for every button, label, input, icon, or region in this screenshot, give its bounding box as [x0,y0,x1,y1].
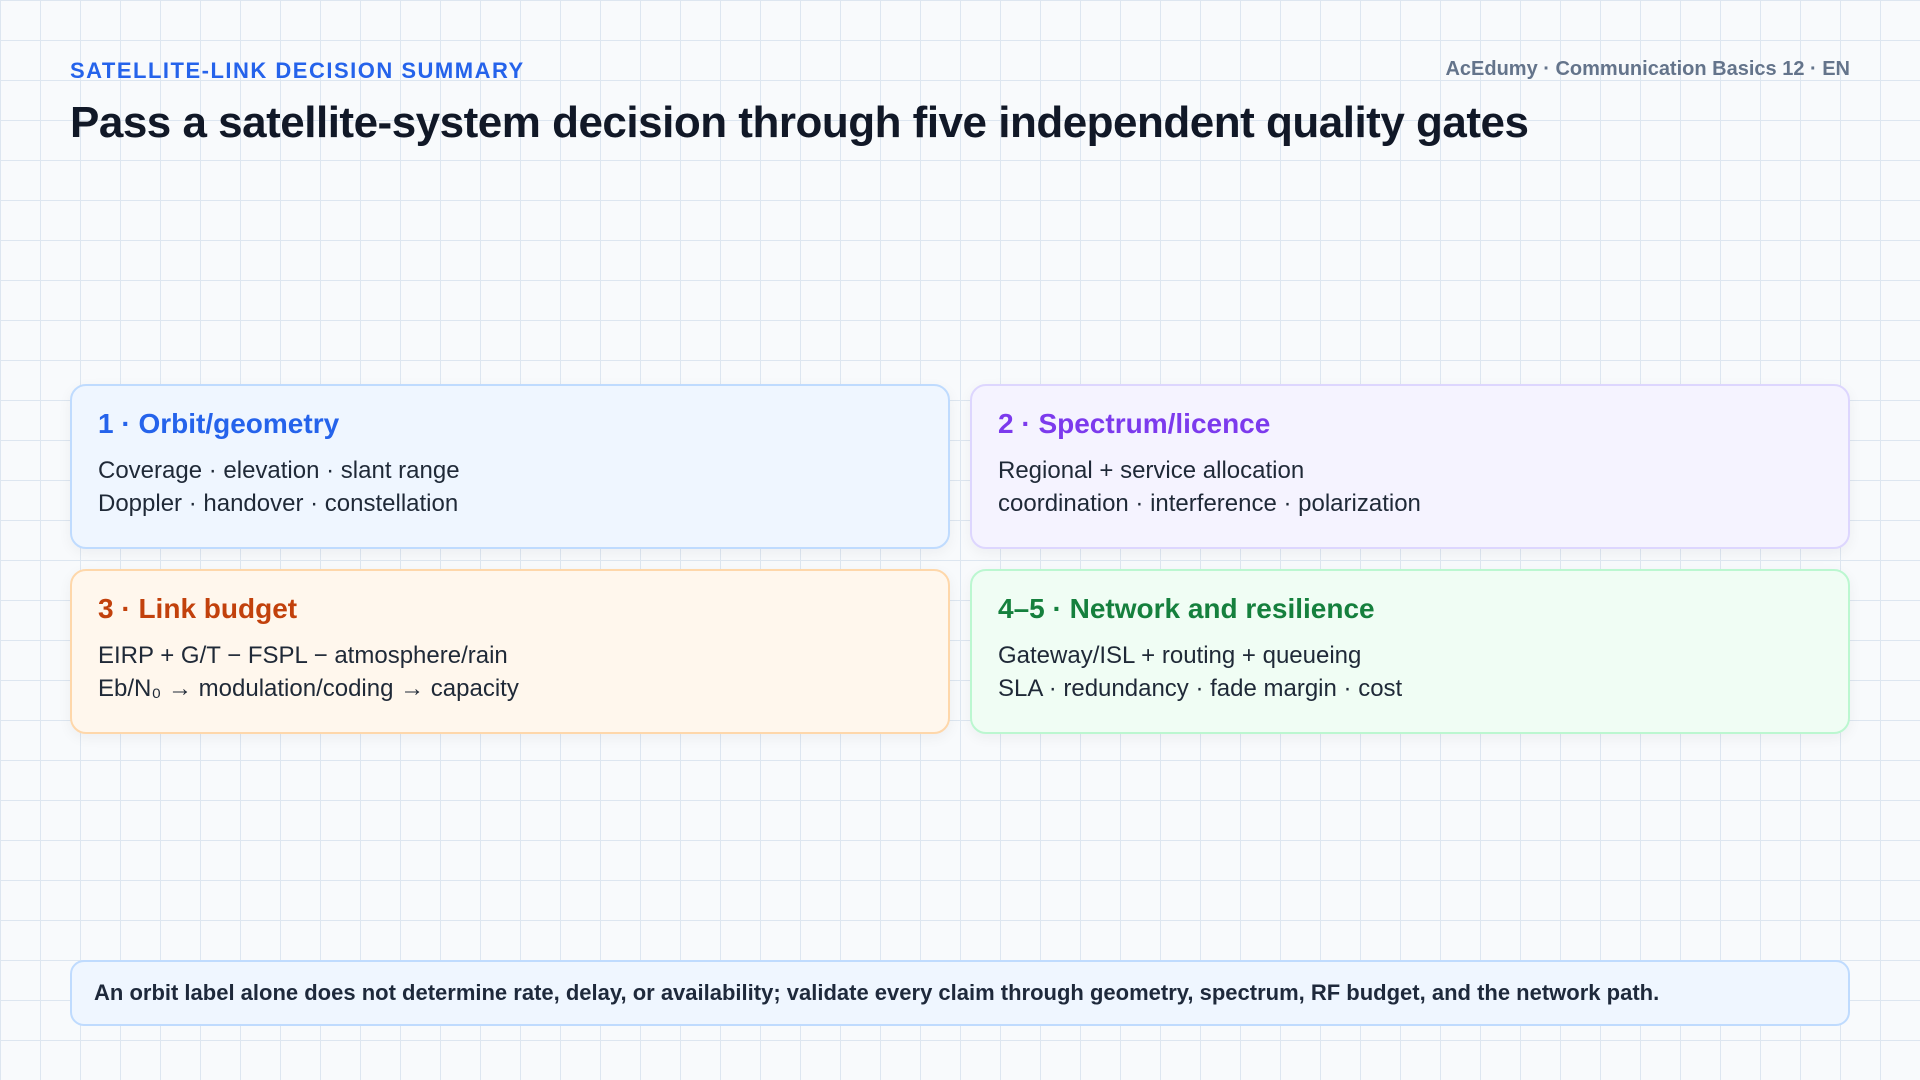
quality-gates-grid: 1 · Orbit/geometry Coverage · elevation … [70,384,1850,734]
gate-card-line: Doppler · handover · constellation [98,490,459,517]
summary-callout: An orbit label alone does not determine … [70,960,1850,1026]
section-kicker: SATELLITE-LINK DECISION SUMMARY [70,58,525,83]
gate-card-title: 1 · Orbit/geometry [98,408,340,439]
gate-card-line: coordination · interference · polarizati… [998,490,1421,517]
gate-card-line: Regional + service allocation [998,457,1305,484]
gate-card-orbit-geometry: 1 · Orbit/geometry Coverage · elevation … [70,384,950,549]
gate-card-line: Gateway/ISL + routing + queueing [998,642,1362,669]
gate-card-line: Coverage · elevation · slant range [98,457,460,484]
summary-callout-text: An orbit label alone does not determine … [94,980,1660,1005]
gate-card-network-resilience: 4–5 · Network and resilience Gateway/ISL… [970,569,1850,734]
gate-card-link-budget: 3 · Link budget EIRP + G/T − FSPL − atmo… [70,569,950,734]
page-title: Pass a satellite-system decision through… [70,98,1529,147]
gate-card-line: EIRP + G/T − FSPL − atmosphere/rain [98,642,508,669]
gate-card-line: SLA · redundancy · fade margin · cost [998,675,1403,702]
gate-card-line: Eb/N₀ → modulation/coding → capacity [98,675,519,702]
gate-card-spectrum-licence: 2 · Spectrum/licence Regional + service … [970,384,1850,549]
gate-card-title: 3 · Link budget [98,593,298,624]
gate-card-title: 2 · Spectrum/licence [998,408,1271,439]
gate-card-title: 4–5 · Network and resilience [998,593,1375,624]
course-meta: AcEdumy · Communication Basics 12 · EN [1445,58,1850,80]
